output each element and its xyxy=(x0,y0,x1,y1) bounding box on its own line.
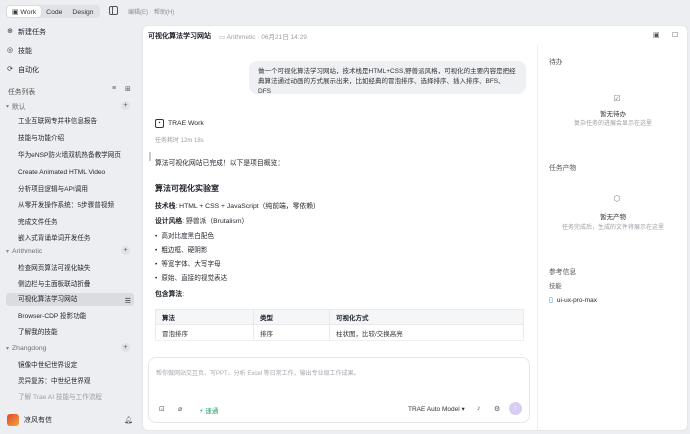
user-message: 做一个可视化算法学习网站，技术栈是HTML+CSS,野兽派风格，可视化的主要内容… xyxy=(249,61,526,95)
skill-label: 技能 xyxy=(549,283,562,290)
timeline-marker xyxy=(149,152,151,161)
bell-icon[interactable]: 🔔︎ xyxy=(124,416,133,424)
send-button[interactable]: ↑ xyxy=(509,402,522,415)
task-item[interactable]: 华为eNSP防火墙双机热备教学网页 xyxy=(6,149,134,162)
list-icon[interactable]: ☰ xyxy=(125,295,131,306)
nav-skills[interactable]: ◎ 技能 xyxy=(6,44,134,58)
mode-switcher: ▣ Work Code Design xyxy=(6,5,100,18)
filter-icon[interactable]: ≡ xyxy=(112,85,116,92)
book-icon: ▯ xyxy=(549,297,553,304)
nav-automation[interactable]: ⟳ 自动化 xyxy=(6,63,134,77)
sidebar-toggle-icon[interactable] xyxy=(109,6,118,15)
chevron-down-icon: ▾ xyxy=(461,406,465,413)
skill-link[interactable]: ▯ ui-ux-pro-max xyxy=(549,296,597,305)
menu-edit[interactable]: 编辑(E) xyxy=(128,10,148,16)
task-item[interactable]: Create Animated HTML Video xyxy=(6,166,134,179)
includes-line: 包含算法: xyxy=(155,291,185,298)
table-header: 算法 xyxy=(155,309,254,325)
task-item[interactable]: 了解我的技能 xyxy=(6,326,134,339)
list-item: 粗边框、硬阴影 xyxy=(155,244,207,254)
lightning-icon: ⚡︎ xyxy=(199,408,204,415)
panel-divider xyxy=(537,45,538,431)
nav-new-task[interactable]: ⊕ 新建任务 xyxy=(6,25,134,39)
scroll-fade xyxy=(148,336,533,350)
table-header: 可视化方式 xyxy=(329,309,524,325)
list-item: 等宽字体、大写字母 xyxy=(155,258,220,268)
tech-stack-line: 技术栈: HTML + CSS + JavaScript（纯前端，零依赖） xyxy=(155,203,320,210)
task-item[interactable]: Browser-CDP 投影功能 xyxy=(6,310,134,323)
trae-logo-icon: ▪ xyxy=(155,119,164,128)
page-title: 可视化算法学习网站 xyxy=(148,33,211,40)
add-task-icon[interactable]: + xyxy=(121,101,130,110)
message-input[interactable]: 帮你做网站交互页、写PPT、分析 Excel 等日常工作，输出专业级工作成果。 xyxy=(156,368,360,377)
task-item[interactable]: 了解 Trae AI 技能与工作流程 xyxy=(6,391,134,404)
fast-mode-toggle[interactable]: ⚡︎ 速通 xyxy=(199,405,218,415)
task-item[interactable]: 工业互联网专并非信息报告 xyxy=(6,115,134,128)
work-logo-icon: ▣ xyxy=(12,9,19,16)
new-group-icon[interactable]: ⊞ xyxy=(125,85,131,93)
folder-icon: ▭ xyxy=(219,34,226,41)
output-title: 任务产物 xyxy=(549,165,577,172)
todo-empty-text: 暂无待办 xyxy=(600,111,626,118)
response-heading: 算法可视化实验室 xyxy=(155,184,219,193)
settings-icon[interactable]: ⚙︎ xyxy=(494,405,500,413)
task-item[interactable]: 完成文件任务 xyxy=(6,216,134,229)
list-item: 高对比度黑白配色 xyxy=(155,230,214,240)
task-item[interactable]: 分析项目逻辑与API调用 xyxy=(6,183,134,196)
avatar xyxy=(7,414,19,426)
automation-icon: ⟳ xyxy=(7,66,13,73)
tab-code[interactable]: Code xyxy=(41,6,67,17)
task-item-active[interactable]: 可视化算法学习网站 ☰ xyxy=(6,293,134,306)
attach-icon[interactable]: ⌀ xyxy=(178,405,182,413)
group-default[interactable]: ▾ 默认 + xyxy=(6,100,134,112)
task-item[interactable]: 灵异复苏：中世纪世界观 xyxy=(6,375,134,388)
add-task-icon[interactable]: + xyxy=(121,343,130,352)
task-item[interactable]: 镜像中世纪世界设定 xyxy=(6,359,134,372)
task-item[interactable]: 嵌入式背诵单词开发任务 xyxy=(6,232,134,245)
new-task-icon: ⊕ xyxy=(7,28,13,35)
style-line: 设计风格: 野兽派（Brutalism） xyxy=(155,218,249,225)
task-item[interactable]: 检查网页算法可视化缺失 xyxy=(6,262,134,275)
menu-bar: 编辑(E) 帮助(H) xyxy=(128,7,180,16)
tab-work[interactable]: ▣ Work xyxy=(7,6,42,17)
list-item: 原始、直接的视觉表达 xyxy=(155,272,227,282)
user-profile[interactable]: 凉风有信 xyxy=(7,414,52,426)
todo-hint: 复杂任务的进展会显示在这里 xyxy=(573,121,652,127)
mic-icon[interactable]: ♪ xyxy=(477,405,481,412)
table-header: 类型 xyxy=(253,309,330,325)
more-icon[interactable]: ☐ xyxy=(672,31,678,39)
group-zhangdong[interactable]: ▾ Zhangdong + xyxy=(6,342,134,354)
chevron-down-icon: ▾ xyxy=(6,248,10,255)
todo-title: 待办 xyxy=(549,59,563,66)
panel-toggle-icon[interactable]: ▣ xyxy=(653,31,660,39)
model-selector[interactable]: TRAE Auto Model ▾ xyxy=(408,405,465,413)
breadcrumb: ▭ Arithmetic · 06月21日 14:29 xyxy=(219,34,307,41)
task-list-title: 任务列表 xyxy=(8,89,36,96)
todo-empty-icon: ☑︎ xyxy=(613,94,621,103)
skill-icon: ◎ xyxy=(6,47,14,54)
task-item[interactable]: 从零开发操作系统：5步骤普视频 xyxy=(6,199,134,212)
add-context-icon[interactable]: ⊡ xyxy=(159,405,165,413)
agent-header: ▪ TRAE Work xyxy=(155,119,204,128)
tab-design[interactable]: Design xyxy=(67,6,98,17)
reference-title: 参考信息 xyxy=(549,269,577,276)
output-hint: 任务完成后，生成的文件将展示在这里 xyxy=(561,225,664,231)
task-item[interactable]: 技能与功能介绍 xyxy=(6,132,134,145)
chevron-down-icon: ▾ xyxy=(6,103,10,110)
response-intro: 算法可视化网站已完成！以下是项目概览： xyxy=(155,160,285,167)
arrow-up-icon: ↑ xyxy=(513,405,518,412)
add-task-icon[interactable]: + xyxy=(121,246,130,255)
task-item[interactable]: 侧边栏与主面板联动折叠 xyxy=(6,278,134,291)
output-empty-text: 暂无产物 xyxy=(600,214,626,221)
output-empty-icon: ⬡ xyxy=(613,194,621,203)
elapsed-time[interactable]: 任务耗时 12m 18s xyxy=(155,135,204,144)
group-arithmetic[interactable]: ▾ Arithmetic + xyxy=(6,245,134,257)
menu-help[interactable]: 帮助(H) xyxy=(154,10,174,16)
chevron-down-icon: ▾ xyxy=(6,345,10,352)
